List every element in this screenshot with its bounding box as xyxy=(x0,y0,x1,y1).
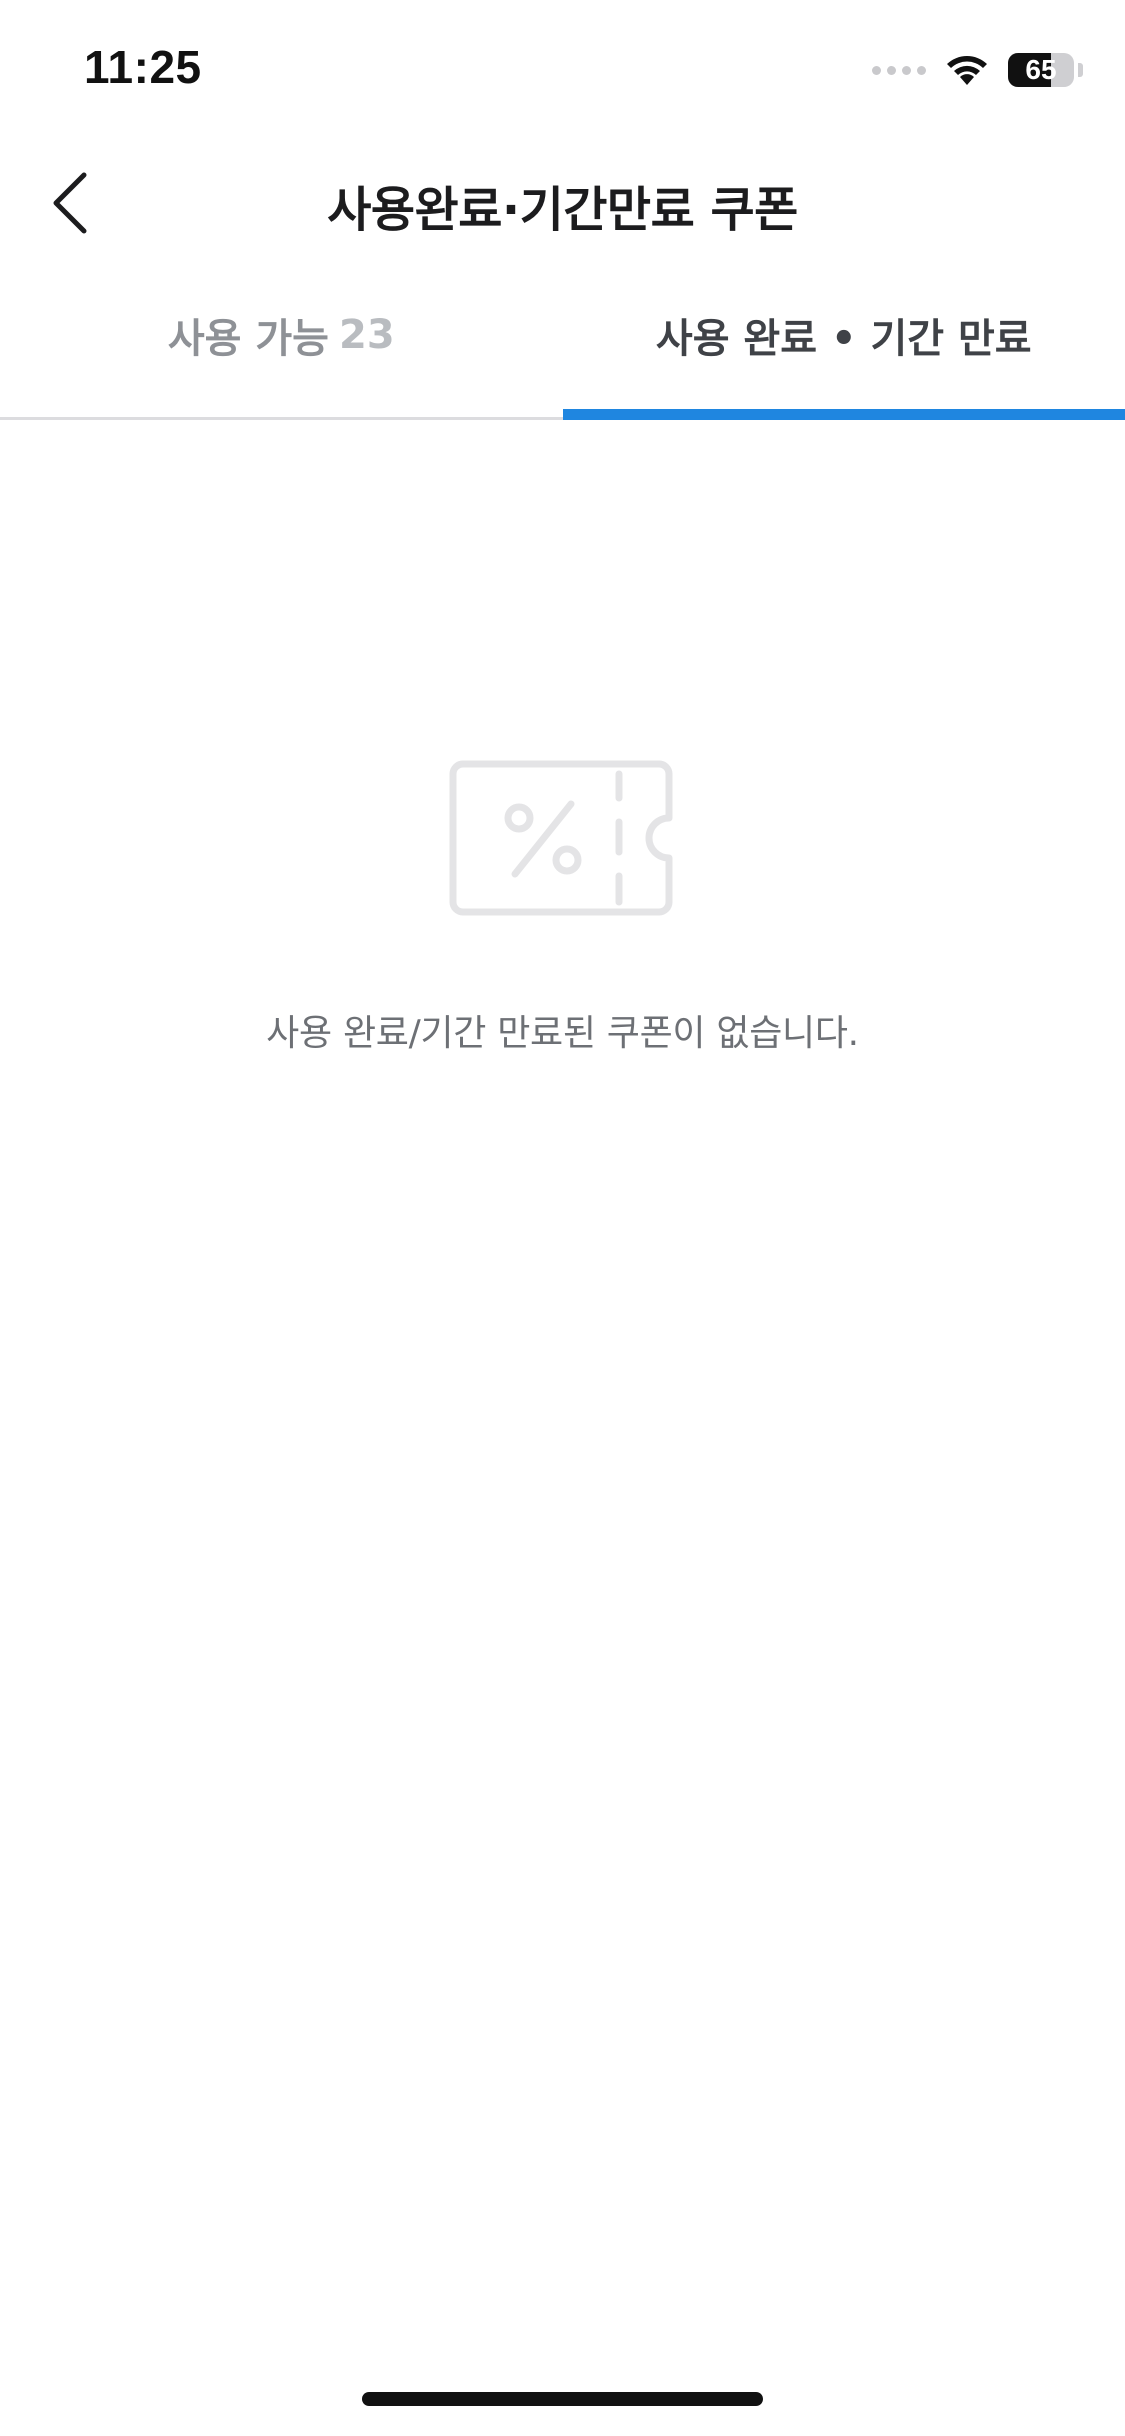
tab-used-expired-label: 사용 완료 • 기간 만료 xyxy=(655,315,1032,362)
tab-used-expired[interactable]: 사용 완료 • 기간 만료 xyxy=(562,270,1125,420)
active-tab-indicator xyxy=(562,409,1125,420)
tab-available-count: 23 xyxy=(338,311,395,358)
empty-state: 사용 완료/기간 만료된 쿠폰이 없습니다. xyxy=(0,760,1125,1056)
cellular-signal-icon xyxy=(872,65,926,75)
tab-available[interactable]: 사용 가능 23 xyxy=(0,270,563,417)
status-bar: 11:25 65 xyxy=(0,0,1125,140)
status-time: 11:25 xyxy=(84,41,202,93)
tab-available-label: 사용 가능 xyxy=(167,315,329,362)
empty-message: 사용 완료/기간 만료된 쿠폰이 없습니다. xyxy=(266,1013,859,1054)
page-title: 사용완료·기간만료 쿠폰 xyxy=(327,182,798,238)
wifi-icon xyxy=(944,53,990,87)
status-icons: 65 xyxy=(872,50,1083,90)
battery-level: 65 xyxy=(1025,54,1057,85)
battery-cap xyxy=(1078,63,1083,77)
home-indicator[interactable] xyxy=(362,2392,763,2406)
coupon-tabs: 사용 가능 23 사용 완료 • 기간 만료 xyxy=(0,270,1125,420)
navigation-bar: 사용완료·기간만료 쿠폰 xyxy=(0,140,1125,270)
coupon-percent-icon xyxy=(449,760,672,916)
battery-icon: 65 xyxy=(1008,53,1074,87)
